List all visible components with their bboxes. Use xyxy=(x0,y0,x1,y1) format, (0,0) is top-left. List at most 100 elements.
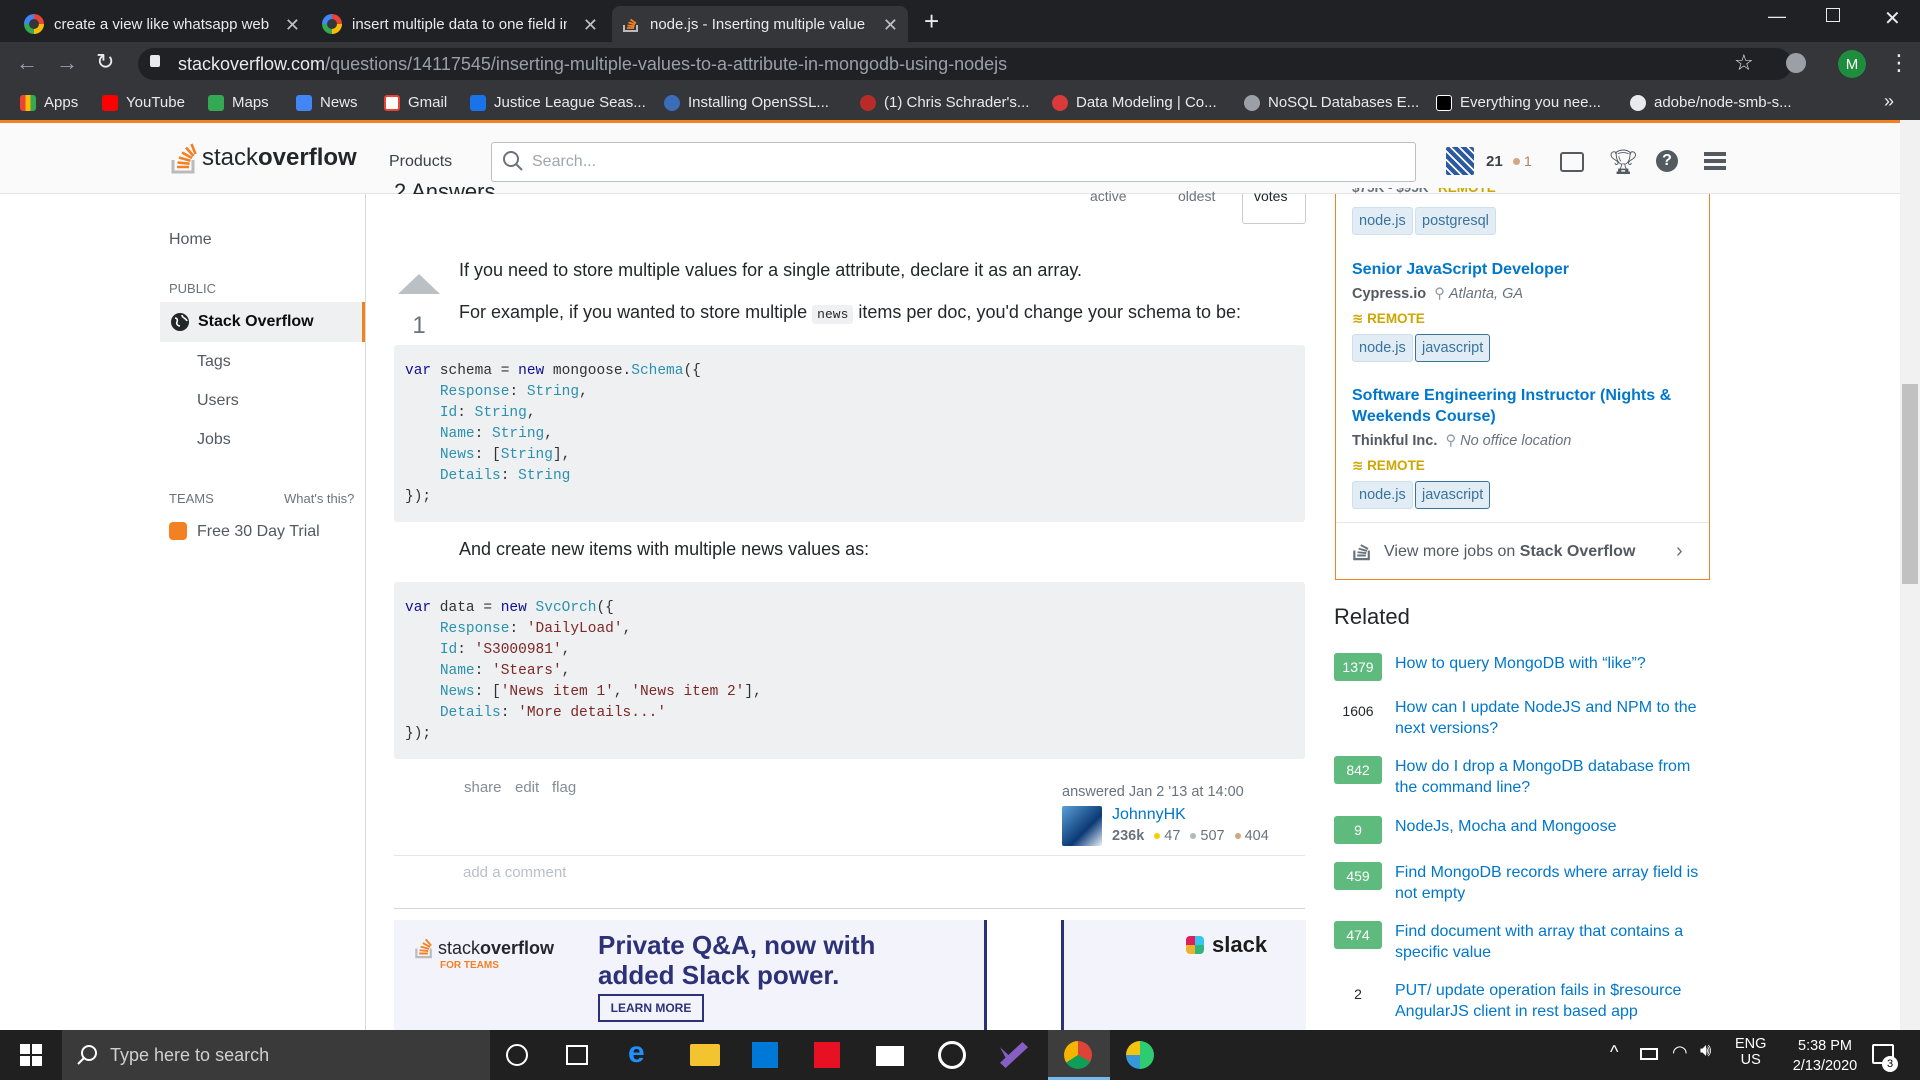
whats-this-link[interactable]: What's this? xyxy=(284,491,354,506)
gift-app-icon[interactable] xyxy=(814,1042,840,1068)
back-icon[interactable]: ← xyxy=(16,50,38,76)
job-title-link[interactable]: Senior JavaScript Developer xyxy=(1352,259,1569,280)
chrome-icon[interactable] xyxy=(1064,1041,1092,1069)
bookmarks-overflow[interactable]: » xyxy=(1884,91,1894,112)
bookmark-quora[interactable]: (1) Chris Schrader's... xyxy=(860,94,1029,111)
new-tab-button[interactable]: + xyxy=(924,6,939,37)
forward-icon[interactable]: → xyxy=(56,50,78,76)
browser-tab[interactable]: create a view like whatsapp web ✕ xyxy=(14,6,310,42)
inbox-icon[interactable] xyxy=(1560,152,1584,172)
profile-avatar[interactable]: M xyxy=(1838,50,1866,78)
task-view-icon[interactable] xyxy=(566,1045,588,1065)
related-item[interactable]: 459 Find MongoDB records where array fiel… xyxy=(1334,862,1715,904)
products-menu[interactable]: Products xyxy=(389,153,452,171)
mail-icon[interactable] xyxy=(876,1046,904,1066)
flag-link[interactable]: flag xyxy=(552,779,576,796)
related-item[interactable]: 1606 How can I update NodeJS and NPM to t… xyxy=(1334,697,1715,739)
scrollbar-thumb[interactable] xyxy=(1902,384,1918,584)
extension-icon[interactable] xyxy=(1786,53,1806,73)
share-link[interactable]: share xyxy=(464,779,502,796)
bookmark-maps[interactable]: Maps xyxy=(208,94,269,111)
related-item[interactable]: 2 PUT/ update operation fails in $resourc… xyxy=(1334,980,1715,1022)
edit-link[interactable]: edit xyxy=(515,779,539,796)
bookmark-data-modeling[interactable]: Data Modeling | Co... xyxy=(1052,94,1217,111)
user-name-link[interactable]: JohnnyHK xyxy=(1112,806,1186,824)
tag-nodejs[interactable]: node.js xyxy=(1352,481,1413,509)
bookmark-github[interactable]: adobe/node-smb-s... xyxy=(1630,94,1792,111)
close-tab-icon[interactable]: ✕ xyxy=(883,15,898,36)
related-link[interactable]: How to query MongoDB with “like”? xyxy=(1395,653,1715,681)
file-explorer-icon[interactable] xyxy=(690,1044,720,1066)
volume-icon[interactable]: 🔊︎ xyxy=(1700,1040,1711,1061)
reload-icon[interactable]: ↻ xyxy=(96,49,114,75)
browser-tab[interactable]: insert multiple data to one field in ✕ xyxy=(312,6,608,42)
bookmark-openssl[interactable]: Installing OpenSSL... xyxy=(664,94,829,111)
add-comment-link[interactable]: add a comment xyxy=(463,864,566,881)
nav-stack-overflow[interactable]: Stack Overflow xyxy=(198,313,314,331)
store-icon[interactable] xyxy=(752,1042,778,1068)
bookmark-star-icon[interactable]: ☆ xyxy=(1734,50,1754,76)
related-link[interactable]: How do I drop a MongoDB database from the… xyxy=(1395,756,1715,798)
wifi-icon[interactable]: ◠ xyxy=(1672,1042,1688,1063)
battery-icon[interactable] xyxy=(1640,1048,1658,1060)
user-avatar-johnnyhk[interactable] xyxy=(1062,806,1102,846)
related-link[interactable]: How can I update NodeJS and NPM to the ne… xyxy=(1395,697,1715,739)
view-more-jobs-link[interactable]: View more jobs on Stack Overflow xyxy=(1384,543,1635,561)
nav-jobs[interactable]: Jobs xyxy=(197,431,231,449)
related-item[interactable]: 1379 How to query MongoDB with “like”? xyxy=(1334,653,1715,681)
search-input[interactable]: Search... xyxy=(491,142,1416,182)
bookmark-gmail[interactable]: Gmail xyxy=(384,94,447,111)
language-indicator[interactable]: ENG US xyxy=(1735,1036,1766,1068)
nav-users[interactable]: Users xyxy=(197,392,239,410)
tag-javascript[interactable]: javascript xyxy=(1415,334,1491,362)
stackoverflow-logo[interactable]: stack overflow xyxy=(170,140,357,176)
free-trial-link[interactable]: Free 30 Day Trial xyxy=(197,523,320,541)
tag-nodejs[interactable]: node.js xyxy=(1352,334,1413,362)
related-item[interactable]: 842 How do I drop a MongoDB database from… xyxy=(1334,756,1715,798)
tag-javascript[interactable]: javascript xyxy=(1415,481,1491,509)
bookmark-nosql[interactable]: NoSQL Databases E... xyxy=(1244,94,1419,111)
sort-active[interactable]: active xyxy=(1090,188,1127,204)
cortana-icon[interactable] xyxy=(506,1044,528,1066)
upvote-arrow-icon[interactable] xyxy=(398,274,440,294)
tag-postgresql[interactable]: postgresql xyxy=(1415,207,1496,235)
app-icon[interactable] xyxy=(1126,1041,1154,1069)
related-item[interactable]: 474 Find document with array that contain… xyxy=(1334,921,1715,963)
nav-home[interactable]: Home xyxy=(169,231,212,249)
bookmark-news[interactable]: News xyxy=(296,94,358,111)
close-tab-icon[interactable]: ✕ xyxy=(285,15,300,36)
trophy-icon[interactable]: 🏆︎ xyxy=(1608,148,1638,177)
sort-votes[interactable]: votes xyxy=(1254,188,1287,204)
related-link[interactable]: Find document with array that contains a… xyxy=(1395,921,1715,963)
groove-music-icon[interactable] xyxy=(938,1041,966,1069)
related-item[interactable]: 9 NodeJs, Mocha and Mongoose xyxy=(1334,816,1715,844)
menu-kebab-icon[interactable]: ⋮ xyxy=(1888,50,1910,76)
edge-icon[interactable]: e xyxy=(628,1036,658,1069)
restore-icon[interactable] xyxy=(1826,8,1840,22)
bookmark-youtube[interactable]: YouTube xyxy=(102,94,185,111)
address-bar[interactable]: stackoverflow.com/questions/14117545/ins… xyxy=(138,48,1792,80)
tag-nodejs[interactable]: node.js xyxy=(1352,207,1413,235)
chevron-right-icon[interactable]: › xyxy=(1676,540,1683,563)
related-link[interactable]: Find MongoDB records where array field i… xyxy=(1395,862,1715,904)
bookmark-dev[interactable]: Everything you nee... xyxy=(1436,94,1601,111)
chevron-up-icon[interactable]: ^ xyxy=(1610,1042,1618,1063)
windows-start-icon[interactable] xyxy=(20,1044,42,1066)
close-window-icon[interactable]: ✕ xyxy=(1884,6,1901,31)
site-switcher-icon[interactable] xyxy=(1704,152,1726,170)
close-tab-icon[interactable]: ✕ xyxy=(583,15,598,36)
lock-icon[interactable] xyxy=(150,55,160,67)
learn-more-button[interactable]: LEARN MORE xyxy=(598,994,704,1022)
browser-tab-active[interactable]: node.js - Inserting multiple value ✕ xyxy=(612,6,908,42)
nav-tags[interactable]: Tags xyxy=(197,353,231,371)
minimize-icon[interactable]: — xyxy=(1768,6,1786,27)
help-icon[interactable]: ? xyxy=(1656,150,1678,172)
clock[interactable]: 5:38 PM 2/13/2020 xyxy=(1780,1036,1870,1076)
bookmark-justice-league[interactable]: Justice League Seas... xyxy=(470,94,646,111)
user-avatar[interactable] xyxy=(1446,147,1474,175)
sort-oldest[interactable]: oldest xyxy=(1178,188,1215,204)
teams-ad-banner[interactable]: stackoverflow FOR TEAMS Private Q&A, now… xyxy=(394,920,1306,1030)
related-link[interactable]: PUT/ update operation fails in $resource… xyxy=(1395,980,1715,1022)
bookmark-apps[interactable]: Apps xyxy=(20,94,78,111)
job-title-link[interactable]: Software Engineering Instructor (Nights … xyxy=(1352,385,1671,406)
